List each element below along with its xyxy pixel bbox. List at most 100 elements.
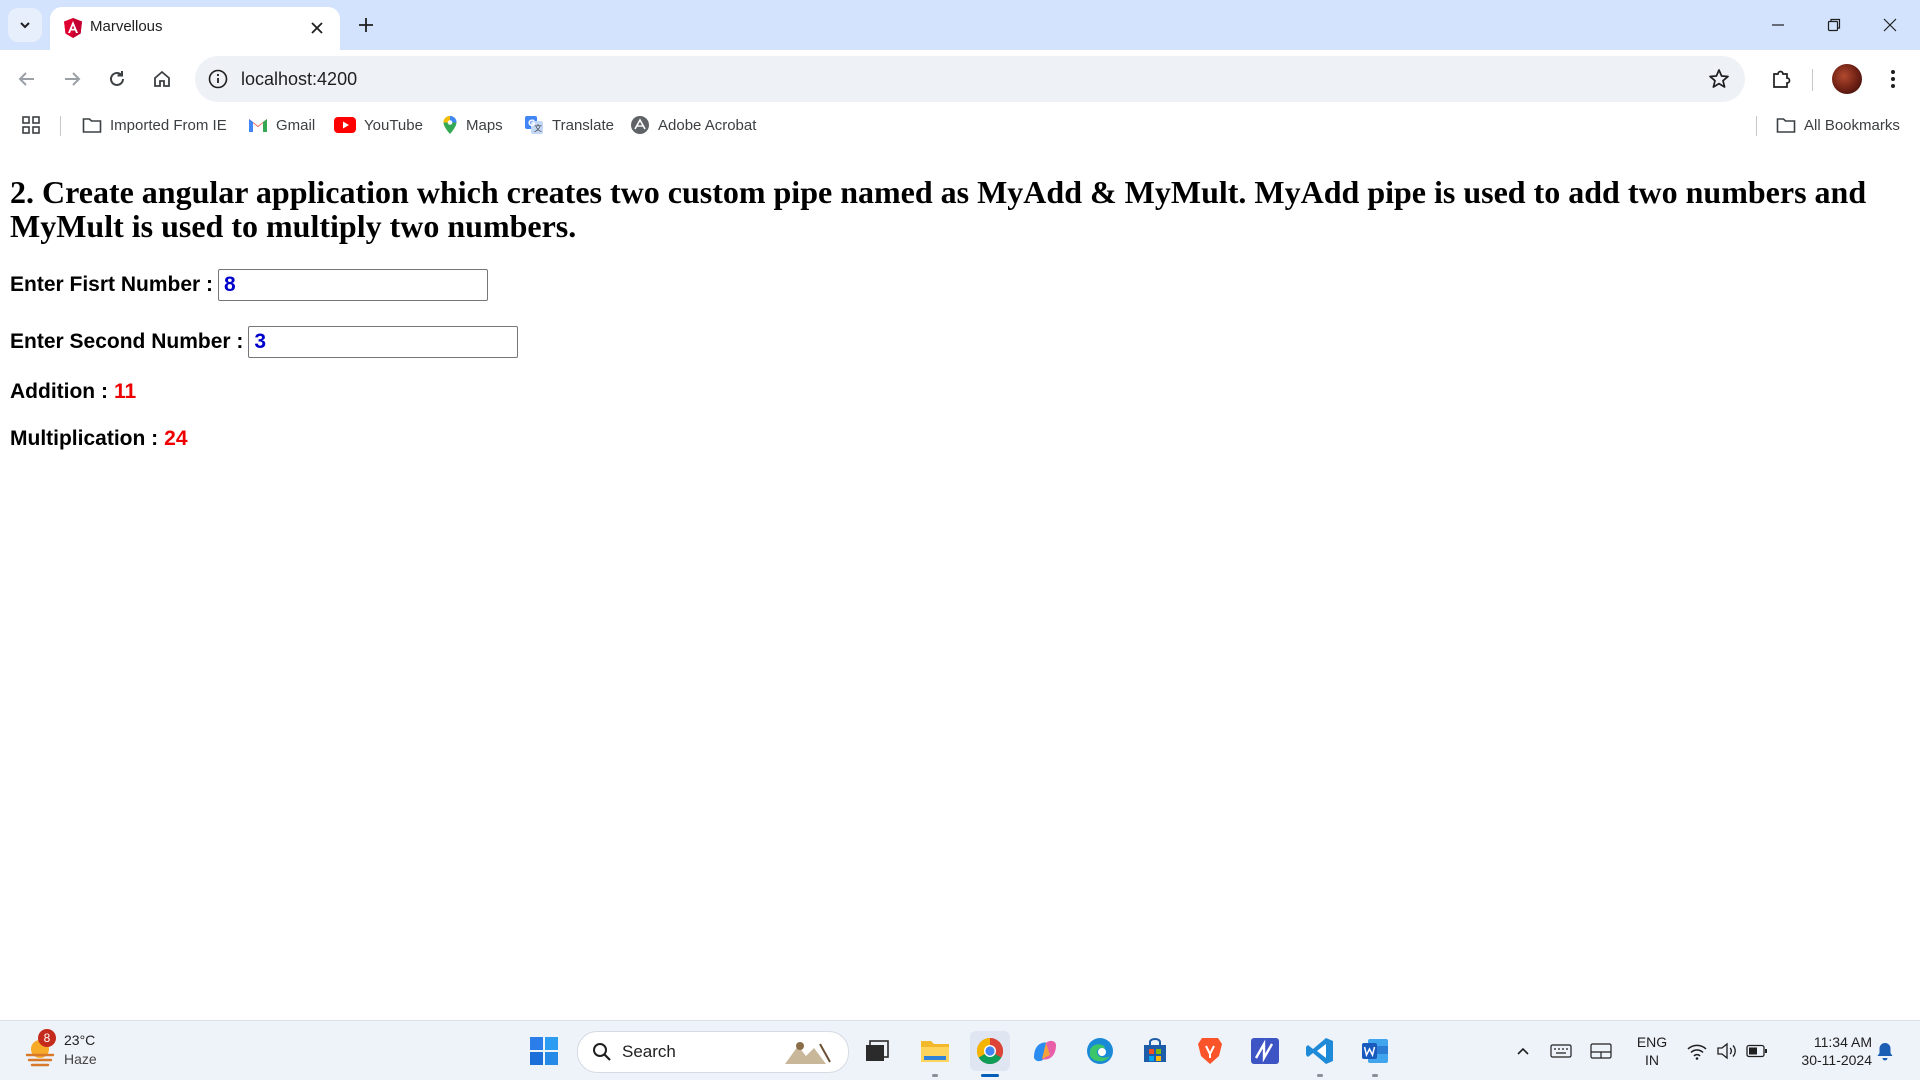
brave-icon bbox=[1198, 1038, 1222, 1064]
weather-condition: Haze bbox=[64, 1051, 97, 1067]
start-button[interactable] bbox=[524, 1031, 564, 1071]
folder-icon bbox=[921, 1041, 949, 1062]
acrobat-icon bbox=[631, 116, 649, 134]
minimize-button[interactable] bbox=[1750, 0, 1806, 50]
minimize-icon bbox=[1772, 24, 1784, 26]
bookmark-youtube[interactable]: YouTube bbox=[334, 113, 423, 137]
profile-button[interactable] bbox=[1830, 62, 1864, 96]
volume-icon bbox=[1717, 1042, 1736, 1060]
puzzle-icon bbox=[1773, 70, 1791, 88]
tab-marvellous[interactable]: Marvellous bbox=[50, 7, 340, 50]
edge-button[interactable] bbox=[1080, 1031, 1120, 1071]
addition-row: Addition : 11 bbox=[10, 380, 136, 404]
apps-grid-icon bbox=[22, 116, 40, 134]
bookmark-star-icon[interactable] bbox=[1707, 67, 1731, 91]
folder-icon bbox=[1776, 118, 1796, 133]
bell-icon bbox=[1877, 1043, 1893, 1061]
search-highlight-icon bbox=[785, 1042, 831, 1064]
bookmarks-divider bbox=[1756, 116, 1757, 136]
taskbar-search[interactable]: Search bbox=[577, 1031, 849, 1073]
bookmark-translate[interactable]: G文 Translate bbox=[524, 113, 614, 137]
first-number-label: Enter Fisrt Number : bbox=[10, 273, 214, 296]
bookmark-adobe-acrobat[interactable]: Adobe Acrobat bbox=[630, 113, 756, 137]
running-indicator bbox=[932, 1074, 938, 1077]
vscode-button[interactable] bbox=[1300, 1031, 1340, 1077]
restore-button[interactable] bbox=[1806, 0, 1862, 50]
addition-label: Addition : bbox=[10, 380, 108, 403]
keyboard-tray-button[interactable] bbox=[1550, 1041, 1572, 1061]
menu-button[interactable] bbox=[1876, 62, 1910, 96]
plus-icon bbox=[359, 18, 373, 32]
tablet-icon bbox=[1590, 1043, 1612, 1059]
bookmarks-bar: Imported From IE Gmail YouTube Maps G文 T… bbox=[0, 108, 1920, 142]
wifi-button[interactable] bbox=[1686, 1041, 1708, 1061]
volume-button[interactable] bbox=[1716, 1041, 1738, 1061]
pen-menu-button[interactable] bbox=[1590, 1041, 1612, 1061]
reload-icon bbox=[110, 71, 124, 86]
notifications-button[interactable] bbox=[1874, 1041, 1896, 1061]
language-code: ENG bbox=[1636, 1034, 1668, 1050]
tab-search-button[interactable] bbox=[8, 8, 42, 42]
home-icon bbox=[154, 70, 170, 87]
store-icon bbox=[1144, 1038, 1166, 1062]
home-button[interactable] bbox=[145, 62, 179, 96]
new-tab-button[interactable] bbox=[350, 9, 382, 41]
clock-time: 11:34 AM bbox=[1813, 1034, 1872, 1050]
browser-window: Marvellous localhost:4200 Imported From … bbox=[0, 0, 1920, 1080]
maps-icon bbox=[443, 116, 457, 134]
edge-icon bbox=[1087, 1038, 1113, 1064]
page-content: 2. Create angular application which crea… bbox=[0, 142, 1920, 1020]
forward-button[interactable] bbox=[55, 62, 89, 96]
first-number-row: Enter Fisrt Number : bbox=[10, 269, 489, 301]
tab-close-button[interactable] bbox=[304, 15, 330, 41]
clock[interactable]: 11:34 AM 30-11-2024 bbox=[1776, 1033, 1872, 1069]
bookmark-label: Adobe Acrobat bbox=[658, 116, 757, 134]
close-icon bbox=[311, 22, 323, 34]
back-button[interactable] bbox=[10, 62, 44, 96]
wifi-icon bbox=[1687, 1044, 1707, 1060]
multiplication-label: Multiplication : bbox=[10, 427, 159, 450]
visual-studio-button[interactable] bbox=[1245, 1031, 1285, 1071]
bookmark-gmail[interactable]: Gmail bbox=[248, 113, 315, 137]
task-view-button[interactable] bbox=[857, 1031, 897, 1071]
windows-icon bbox=[530, 1037, 558, 1065]
temperature: 23°C bbox=[64, 1032, 96, 1048]
all-bookmarks-button[interactable]: All Bookmarks bbox=[1776, 113, 1900, 137]
restore-icon bbox=[1827, 18, 1841, 32]
apps-button[interactable] bbox=[22, 113, 40, 137]
battery-icon bbox=[1746, 1044, 1767, 1058]
avatar bbox=[1832, 64, 1862, 94]
angular-icon bbox=[64, 18, 82, 38]
brave-button[interactable] bbox=[1190, 1031, 1230, 1071]
gmail-icon bbox=[249, 119, 267, 132]
toolbar-divider bbox=[1812, 69, 1813, 91]
second-number-label: Enter Second Number : bbox=[10, 330, 244, 353]
first-number-input[interactable] bbox=[218, 269, 489, 301]
close-window-button[interactable] bbox=[1862, 0, 1918, 50]
file-explorer-button[interactable] bbox=[915, 1031, 955, 1077]
task-view-icon bbox=[866, 1040, 889, 1061]
tab-strip: Marvellous bbox=[0, 0, 1920, 50]
word-button[interactable] bbox=[1355, 1031, 1395, 1077]
battery-button[interactable] bbox=[1746, 1041, 1768, 1061]
store-button[interactable] bbox=[1135, 1031, 1175, 1071]
chevron-up-icon bbox=[1517, 1047, 1529, 1055]
extensions-button[interactable] bbox=[1764, 62, 1798, 96]
arrow-right-icon bbox=[65, 72, 81, 86]
language-indicator[interactable]: ENG IN bbox=[1632, 1033, 1672, 1069]
show-hidden-icons-button[interactable] bbox=[1512, 1041, 1534, 1061]
second-number-input[interactable] bbox=[248, 326, 519, 358]
tab-title: Marvellous bbox=[90, 18, 163, 35]
search-icon bbox=[593, 1043, 611, 1061]
weather-widget[interactable]: 8 23°C Haze bbox=[22, 1029, 132, 1073]
info-icon[interactable] bbox=[207, 68, 229, 90]
address-bar[interactable]: localhost:4200 bbox=[195, 56, 1745, 102]
addition-result: 11 bbox=[113, 380, 137, 403]
copilot-button[interactable] bbox=[1025, 1031, 1065, 1071]
chrome-icon bbox=[976, 1037, 1004, 1065]
reload-button[interactable] bbox=[100, 62, 134, 96]
chrome-button[interactable] bbox=[970, 1031, 1010, 1077]
bookmark-imported-from-ie[interactable]: Imported From IE bbox=[82, 113, 227, 137]
bookmark-maps[interactable]: Maps bbox=[442, 113, 503, 137]
chevron-down-icon bbox=[20, 22, 30, 29]
